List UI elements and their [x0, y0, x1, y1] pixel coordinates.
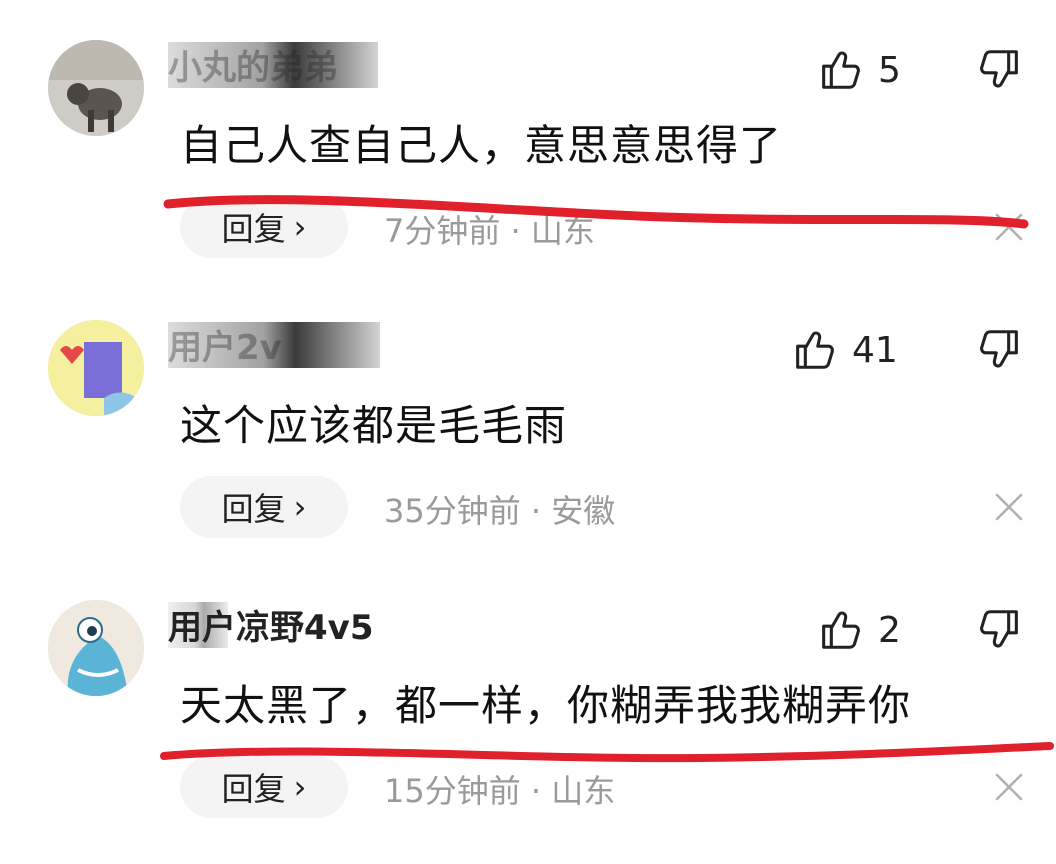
chevron-right-icon: ›	[293, 208, 307, 246]
chevron-right-icon: ›	[293, 768, 307, 806]
dislike-button[interactable]	[978, 46, 1026, 94]
close-icon	[995, 773, 1023, 801]
reply-label: 回复	[221, 210, 286, 248]
comment-text: 天太黑了，都一样，你糊弄我我糊弄你	[180, 681, 912, 730]
comment-meta: 7分钟前 · 山东	[384, 206, 595, 252]
close-icon	[995, 213, 1023, 241]
comment-item: 用户2v 41 这个应该都是毛毛雨 回复 › 35分钟前 · 安徽	[0, 280, 1056, 560]
comment-text: 这个应该都是毛毛雨	[180, 401, 568, 450]
like-count: 2	[878, 609, 901, 651]
dislike-button[interactable]	[978, 606, 1026, 654]
like-count: 5	[878, 49, 901, 91]
thumbs-up-icon	[822, 611, 860, 649]
comment-time: 35分钟前	[384, 492, 521, 530]
like-button[interactable]: 41	[790, 326, 898, 374]
dislike-button[interactable]	[978, 326, 1026, 374]
comment-location: 山东	[530, 212, 595, 250]
close-icon	[995, 493, 1023, 521]
comment-item: 小丸的弟弟 5 自己人查自己人，意思意思得了 回复 › 7分钟前 · 山东	[0, 0, 1056, 280]
dog-photo-avatar-icon	[48, 40, 144, 136]
reply-button[interactable]: 回复 ›	[180, 196, 348, 258]
like-button[interactable]: 5	[816, 46, 901, 94]
thumbs-up-icon	[796, 331, 834, 369]
meta-separator: ·	[530, 492, 542, 530]
cartoon-avatar-icon	[48, 320, 144, 416]
user-avatar[interactable]	[48, 600, 144, 696]
reply-button[interactable]: 回复 ›	[180, 756, 348, 818]
comment-text: 自己人查自己人，意思意思得了	[180, 121, 783, 170]
reply-label: 回复	[221, 770, 286, 808]
comment-location: 山东	[551, 772, 616, 810]
meta-separator: ·	[530, 772, 542, 810]
like-button[interactable]: 2	[816, 606, 901, 654]
close-button[interactable]	[992, 490, 1026, 524]
blue-monster-avatar-icon	[48, 600, 144, 696]
reply-button[interactable]: 回复 ›	[180, 476, 348, 538]
like-count: 41	[852, 329, 898, 371]
username[interactable]: 小丸的弟弟	[168, 42, 338, 94]
comment-time: 15分钟前	[384, 772, 521, 810]
user-avatar[interactable]	[48, 320, 144, 416]
thumbs-up-icon	[822, 51, 860, 89]
comment-meta: 35分钟前 · 安徽	[384, 486, 615, 532]
reply-label: 回复	[221, 490, 286, 528]
close-button[interactable]	[992, 210, 1026, 244]
meta-separator: ·	[510, 212, 521, 250]
comment-time: 7分钟前	[384, 212, 501, 250]
thumbs-down-icon	[980, 330, 1018, 368]
comment-meta: 15分钟前 · 山东	[384, 766, 615, 812]
username[interactable]: 用户2v	[168, 322, 282, 374]
username[interactable]: 用户凉野4v5	[168, 602, 373, 654]
comment-location: 安徽	[551, 492, 616, 530]
comment-item: 用户凉野4v5 2 天太黑了，都一样，你糊弄我我糊弄你 回复 › 15分钟前 ·…	[0, 560, 1056, 840]
close-button[interactable]	[992, 770, 1026, 804]
thumbs-down-icon	[980, 50, 1018, 88]
chevron-right-icon: ›	[293, 488, 307, 526]
thumbs-down-icon	[980, 610, 1018, 648]
user-avatar[interactable]	[48, 40, 144, 136]
